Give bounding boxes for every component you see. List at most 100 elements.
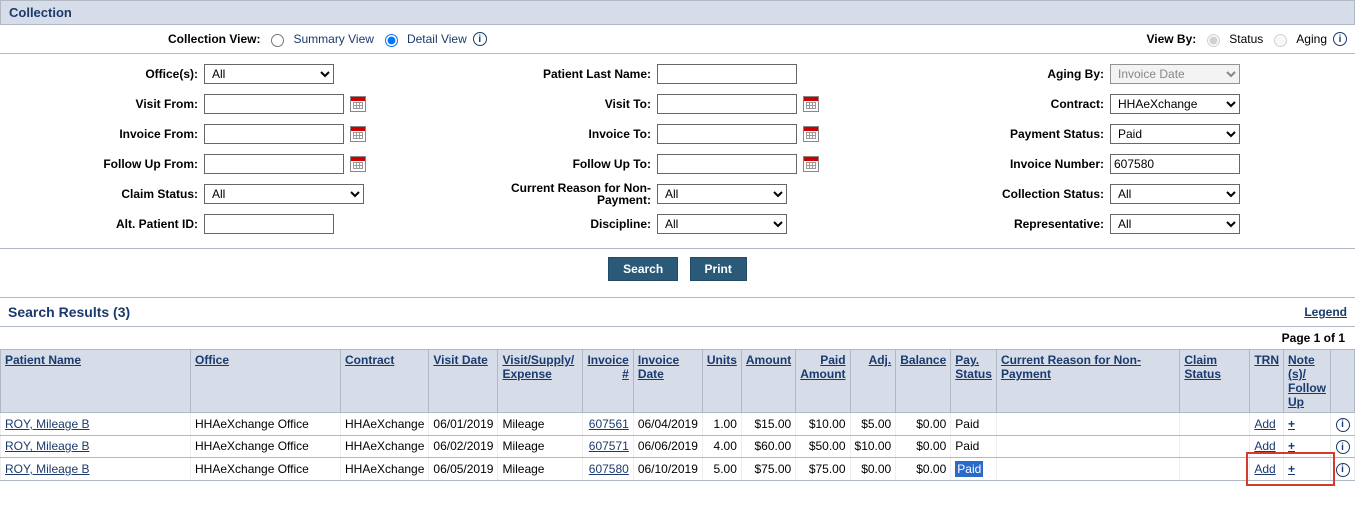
reason-cell: [996, 413, 1179, 436]
collection-status-label: Collection Status:: [914, 187, 1104, 201]
representative-select[interactable]: All: [1110, 214, 1240, 234]
claim-status-select[interactable]: All: [204, 184, 364, 204]
invoice-link[interactable]: 607580: [589, 462, 629, 476]
col-invoice-date[interactable]: Invoice Date: [638, 353, 679, 381]
info-icon[interactable]: i: [1333, 32, 1347, 46]
col-visit-date[interactable]: Visit Date: [433, 353, 487, 367]
col-office[interactable]: Office: [195, 353, 229, 367]
col-paid-amount[interactable]: Paid Amount: [800, 353, 845, 381]
calendar-icon[interactable]: [803, 156, 819, 172]
aging-by-select: Invoice Date: [1110, 64, 1240, 84]
col-adj[interactable]: Adj.: [869, 353, 892, 367]
patient-link[interactable]: ROY, Mileage B: [5, 462, 90, 476]
offices-select[interactable]: All: [204, 64, 334, 84]
calendar-icon[interactable]: [350, 96, 366, 112]
pay-status-cell: Paid: [951, 413, 997, 436]
units-cell: 5.00: [702, 458, 741, 481]
reason-cell: [996, 458, 1179, 481]
info-icon[interactable]: i: [473, 32, 487, 46]
office-cell: HHAeXchange Office: [191, 458, 341, 481]
discipline-select[interactable]: All: [657, 214, 787, 234]
status-radio: [1207, 34, 1220, 47]
pay-status-cell: Paid: [951, 458, 997, 481]
col-claim-status[interactable]: Claim Status: [1184, 353, 1221, 381]
paid-amount-cell: $10.00: [796, 413, 850, 436]
visit-to-input[interactable]: [657, 94, 797, 114]
representative-label: Representative:: [914, 217, 1104, 231]
alt-patient-id-input[interactable]: [204, 214, 334, 234]
invoice-link[interactable]: 607571: [589, 439, 629, 453]
adj-cell: $10.00: [850, 435, 896, 458]
table-row: ROY, Mileage B HHAeXchange Office HHAeXc…: [1, 435, 1355, 458]
contract-cell: HHAeXchange: [341, 413, 429, 436]
followup-to-label: Follow Up To:: [461, 157, 651, 171]
reason-nonpay-label: Current Reason for Non-Payment:: [461, 182, 651, 206]
alt-patient-id-label: Alt. Patient ID:: [8, 217, 198, 231]
col-invoice-num[interactable]: Invoice #: [587, 353, 628, 381]
view-by-label: View By:: [1146, 32, 1196, 46]
aging-by-label: Aging By:: [914, 67, 1104, 81]
col-notes[interactable]: Note (s)/ Follow Up: [1288, 353, 1326, 409]
col-balance[interactable]: Balance: [900, 353, 946, 367]
office-cell: HHAeXchange Office: [191, 413, 341, 436]
col-contract[interactable]: Contract: [345, 353, 394, 367]
visit-date-cell: 06/05/2019: [429, 458, 498, 481]
calendar-icon[interactable]: [803, 96, 819, 112]
patient-last-name-label: Patient Last Name:: [461, 67, 651, 81]
amount-cell: $75.00: [741, 458, 795, 481]
invoice-date-cell: 06/04/2019: [633, 413, 702, 436]
info-icon[interactable]: i: [1336, 463, 1350, 477]
followup-to-input[interactable]: [657, 154, 797, 174]
col-patient[interactable]: Patient Name: [5, 353, 81, 367]
visit-from-input[interactable]: [204, 94, 344, 114]
followup-from-label: Follow Up From:: [8, 157, 198, 171]
print-button[interactable]: Print: [690, 257, 747, 281]
patient-last-name-input[interactable]: [657, 64, 797, 84]
office-cell: HHAeXchange Office: [191, 435, 341, 458]
invoice-link[interactable]: 607561: [589, 417, 629, 431]
info-icon[interactable]: i: [1336, 418, 1350, 432]
calendar-icon[interactable]: [350, 126, 366, 142]
calendar-icon[interactable]: [803, 126, 819, 142]
trn-add-link[interactable]: Add: [1254, 417, 1275, 431]
col-trn[interactable]: TRN: [1254, 353, 1279, 367]
balance-cell: $0.00: [896, 413, 951, 436]
invoice-from-input[interactable]: [204, 124, 344, 144]
col-reason[interactable]: Current Reason for Non-Payment: [1001, 353, 1141, 381]
contract-label: Contract:: [914, 97, 1104, 111]
visit-type-cell: Mileage: [498, 458, 583, 481]
info-icon[interactable]: i: [1336, 440, 1350, 454]
visit-date-cell: 06/02/2019: [429, 435, 498, 458]
notes-add-link[interactable]: +: [1288, 417, 1295, 431]
invoice-number-input[interactable]: [1110, 154, 1240, 174]
detail-view-radio[interactable]: [385, 34, 398, 47]
visit-from-label: Visit From:: [8, 97, 198, 111]
summary-view-text: Summary View: [293, 32, 373, 46]
summary-view-radio[interactable]: [271, 34, 284, 47]
contract-select[interactable]: HHAeXchange: [1110, 94, 1240, 114]
payment-status-select[interactable]: Paid: [1110, 124, 1240, 144]
col-units[interactable]: Units: [707, 353, 737, 367]
invoice-date-cell: 06/10/2019: [633, 458, 702, 481]
filters-grid: Office(s): All Visit From: Invoice From:…: [0, 54, 1355, 249]
followup-from-input[interactable]: [204, 154, 344, 174]
amount-cell: $15.00: [741, 413, 795, 436]
legend-link[interactable]: Legend: [1304, 305, 1347, 319]
reason-nonpay-select[interactable]: All: [657, 184, 787, 204]
search-button[interactable]: Search: [608, 257, 678, 281]
collection-status-select[interactable]: All: [1110, 184, 1240, 204]
invoice-to-input[interactable]: [657, 124, 797, 144]
claim-status-label: Claim Status:: [8, 187, 198, 201]
col-visit-type[interactable]: Visit/Supply/ Expense: [502, 353, 574, 381]
col-pay-status[interactable]: Pay. Status: [955, 353, 992, 381]
visit-type-cell: Mileage: [498, 435, 583, 458]
detail-view-text: Detail View: [407, 32, 467, 46]
patient-link[interactable]: ROY, Mileage B: [5, 439, 90, 453]
patient-link[interactable]: ROY, Mileage B: [5, 417, 90, 431]
calendar-icon[interactable]: [350, 156, 366, 172]
collection-view-label: Collection View:: [168, 32, 260, 46]
units-cell: 4.00: [702, 435, 741, 458]
balance-cell: $0.00: [896, 458, 951, 481]
claim-status-cell: [1180, 413, 1250, 436]
col-amount[interactable]: Amount: [746, 353, 791, 367]
